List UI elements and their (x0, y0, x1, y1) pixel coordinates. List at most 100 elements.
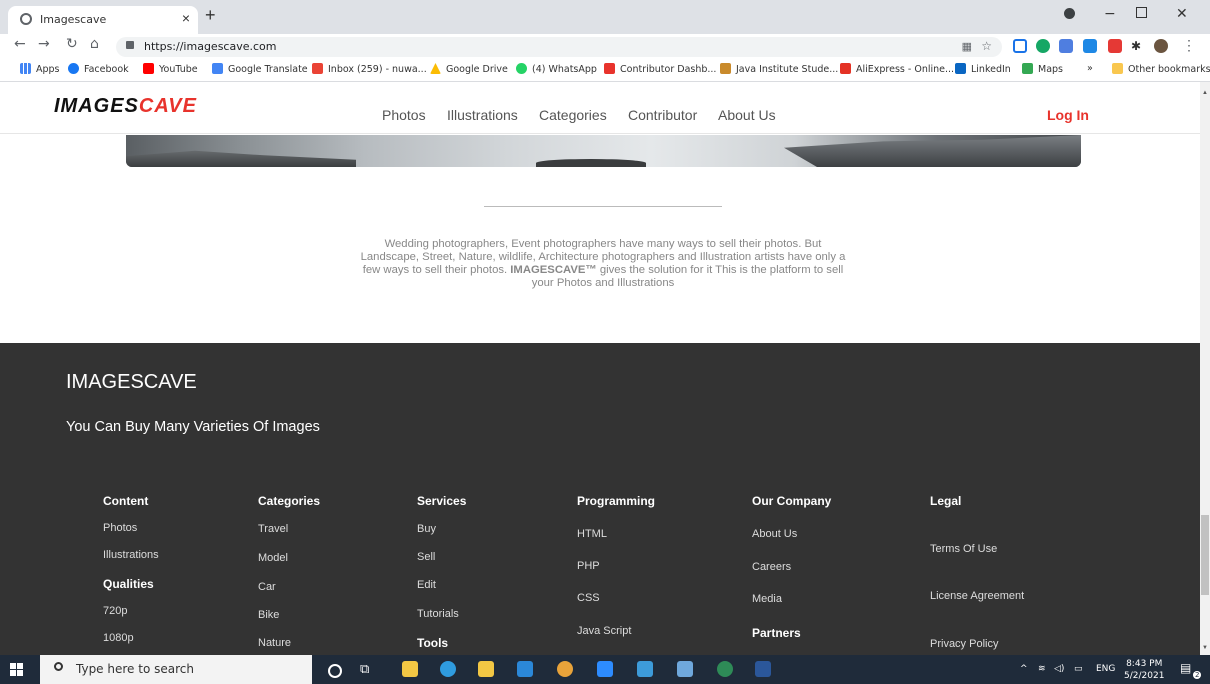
hs-app-icon[interactable] (717, 661, 733, 677)
site-footer: IMAGESCAVE You Can Buy Many Varieties Of… (0, 343, 1200, 655)
bookmark-whatsapp[interactable]: (4) WhatsApp (516, 63, 597, 75)
mail-icon[interactable] (517, 661, 533, 677)
virtualbox-icon[interactable] (637, 661, 653, 677)
footer-link-travel[interactable]: Travel (258, 523, 288, 535)
close-tab-icon[interactable]: × (182, 10, 190, 26)
aliexpress-icon (840, 63, 851, 74)
puzzle-extensions-icon[interactable]: ✱ (1131, 39, 1145, 53)
address-bar[interactable]: https://imagescave.com ▦ ☆ (116, 37, 1002, 57)
bookmark-linkedin[interactable]: LinkedIn (955, 63, 1011, 75)
footer-link-car[interactable]: Car (258, 581, 276, 593)
bookmark-maps[interactable]: Maps (1022, 63, 1063, 75)
footer-link-css[interactable]: CSS (577, 592, 600, 604)
drive-icon (430, 63, 441, 74)
back-icon[interactable]: ← (14, 36, 26, 52)
nav-illustrations[interactable]: Illustrations (447, 107, 518, 123)
extension-icon[interactable] (1083, 39, 1097, 53)
new-tab-button[interactable]: + (205, 5, 216, 26)
footer-link-tutorials[interactable]: Tutorials (417, 608, 459, 620)
minimize-icon[interactable]: − (1104, 6, 1116, 22)
browser-tab[interactable]: Imagescave × (8, 6, 198, 34)
maximize-icon[interactable] (1136, 7, 1147, 18)
taskbar-clock[interactable]: 8:43 PM 5/2/2021 (1124, 658, 1164, 682)
network-icon[interactable]: ≋ (1038, 664, 1046, 674)
profile-indicator-icon[interactable] (1064, 8, 1075, 19)
site-logo[interactable]: IMAGESCAVE (54, 95, 197, 118)
login-link[interactable]: Log In (1047, 107, 1089, 123)
avatar[interactable] (1154, 39, 1168, 53)
windows-start-icon[interactable] (10, 663, 24, 677)
footer-link-html[interactable]: HTML (577, 528, 607, 540)
battery-icon[interactable]: ▭ (1074, 664, 1083, 674)
bookmark-label: (4) WhatsApp (532, 64, 597, 75)
windows-taskbar: Type here to search ⧉ ^ ≋ ◁) ▭ ENG 8:43 … (0, 655, 1210, 684)
home-icon[interactable]: ⌂ (90, 36, 99, 52)
scrollbar-thumb[interactable] (1201, 515, 1209, 595)
bookmark-java-institute[interactable]: Java Institute Stude... (720, 63, 838, 75)
scroll-up-icon[interactable]: ▲ (1202, 90, 1208, 96)
footer-link-720p[interactable]: 720p (103, 605, 127, 617)
footer-heading-tools: Tools (417, 636, 449, 650)
footer-link-privacy-policy[interactable]: Privacy Policy (930, 638, 998, 650)
zoom-icon[interactable] (597, 661, 613, 677)
footer-link-1080p[interactable]: 1080p (103, 632, 134, 644)
footer-link-sell[interactable]: Sell (417, 551, 435, 563)
footer-link-bike[interactable]: Bike (258, 609, 279, 621)
file-explorer-icon[interactable] (402, 661, 418, 677)
footer-link-nature[interactable]: Nature (258, 637, 291, 649)
footer-link-illustrations[interactable]: Illustrations (103, 549, 159, 561)
language-indicator[interactable]: ENG (1096, 664, 1115, 674)
qr-code-icon[interactable]: ▦ (962, 40, 972, 53)
footer-link-terms-of-use[interactable]: Terms Of Use (930, 543, 997, 555)
bookmark-apps[interactable]: Apps (20, 63, 60, 75)
scroll-down-icon[interactable]: ▼ (1202, 645, 1208, 651)
bookmark-google-translate[interactable]: Google Translate (212, 63, 308, 75)
footer-link-edit[interactable]: Edit (417, 579, 436, 591)
bookmark-facebook[interactable]: Facebook (68, 63, 129, 75)
bookmark-aliexpress[interactable]: AliExpress - Online... (840, 63, 954, 75)
nav-categories[interactable]: Categories (539, 107, 607, 123)
page-scrollbar[interactable]: ▲ ▼ (1200, 82, 1210, 655)
footer-link-photos[interactable]: Photos (103, 522, 137, 534)
taskbar-search-input[interactable]: Type here to search (40, 655, 312, 684)
footer-link-media[interactable]: Media (752, 593, 782, 605)
cortana-icon[interactable] (328, 664, 342, 678)
app-icon[interactable] (677, 661, 693, 677)
bookmarks-more-button[interactable]: » (1087, 63, 1093, 74)
nav-photos[interactable]: Photos (382, 107, 426, 123)
browser-menu-icon[interactable]: ⋮ (1182, 37, 1196, 54)
chrome-icon[interactable] (557, 661, 573, 677)
other-bookmarks[interactable]: Other bookmarks (1112, 63, 1210, 75)
bookmark-star-icon[interactable]: ☆ (981, 39, 992, 53)
footer-link-careers[interactable]: Careers (752, 561, 791, 573)
bookmark-contributor[interactable]: Contributor Dashb... (604, 63, 716, 75)
notifications-icon[interactable]: ▤ (1180, 661, 1191, 675)
bookmark-youtube[interactable]: YouTube (143, 63, 198, 75)
footer-link-about-us[interactable]: About Us (752, 528, 797, 540)
close-window-icon[interactable]: ✕ (1176, 6, 1188, 22)
task-view-icon[interactable]: ⧉ (360, 661, 376, 677)
forward-icon[interactable]: → (38, 36, 50, 52)
reload-icon[interactable]: ↻ (66, 36, 78, 52)
bookmark-google-drive[interactable]: Google Drive (430, 63, 508, 75)
linkedin-icon (955, 63, 966, 74)
grammarly-icon[interactable] (1036, 39, 1050, 53)
hero-image (126, 135, 1081, 167)
google-translate-ext-icon[interactable] (1059, 39, 1073, 53)
footer-link-php[interactable]: PHP (577, 560, 600, 572)
extension-reader-icon[interactable] (1013, 39, 1027, 53)
bookmark-gmail[interactable]: Inbox (259) - nuwa... (312, 63, 427, 75)
store-icon[interactable] (478, 661, 494, 677)
edge-icon[interactable] (440, 661, 456, 677)
volume-icon[interactable]: ◁) (1054, 664, 1064, 674)
pdf-ext-icon[interactable] (1108, 39, 1122, 53)
word-icon[interactable] (755, 661, 771, 677)
footer-link-model[interactable]: Model (258, 552, 288, 564)
footer-link-java-script[interactable]: Java Script (577, 625, 631, 637)
tray-chevron-icon[interactable]: ^ (1020, 664, 1028, 674)
footer-link-license-agreement[interactable]: License Agreement (930, 590, 1024, 602)
bookmark-label: Inbox (259) - nuwa... (328, 64, 427, 75)
footer-link-buy[interactable]: Buy (417, 523, 436, 535)
nav-contributor[interactable]: Contributor (628, 107, 697, 123)
nav-about-us[interactable]: About Us (718, 107, 776, 123)
